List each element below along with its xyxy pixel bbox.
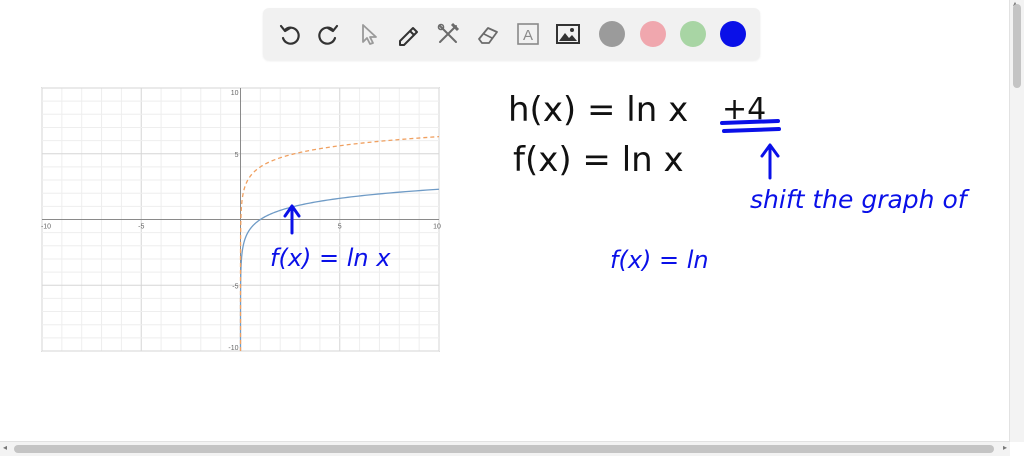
graph: -10 -5 5 10 10 5 -5 -10: [41, 87, 441, 352]
pen-icon[interactable]: [393, 19, 423, 49]
arrow-up-right: [760, 143, 780, 180]
undo-icon[interactable]: [275, 19, 305, 49]
y-tick-label: 10: [231, 90, 239, 97]
horizontal-scroll-thumb[interactable]: [14, 445, 994, 453]
whiteboard-canvas[interactable]: -10 -5 5 10105-5-10 h(x) = ln x +4 f(x) = l…: [0, 64, 1010, 442]
select-icon[interactable]: [353, 19, 383, 49]
color-blue[interactable]: [720, 21, 746, 47]
x-tick-label: 10: [433, 224, 441, 231]
y-tick-label: -10: [228, 345, 238, 352]
color-green[interactable]: [680, 21, 706, 47]
text-icon[interactable]: A: [513, 19, 543, 49]
color-gray[interactable]: [599, 21, 625, 47]
h-definition: h(x) = ln x: [508, 90, 688, 130]
scroll-left-icon[interactable]: ◂: [3, 443, 7, 452]
vertical-scroll-thumb[interactable]: [1013, 4, 1021, 88]
image-icon[interactable]: [553, 19, 583, 49]
text-icon-glyph: A: [523, 27, 533, 44]
x-tick-label: -5: [138, 224, 144, 231]
x-tick-label: -10: [41, 224, 51, 231]
scroll-right-icon[interactable]: ▸: [1003, 443, 1007, 452]
tools-icon[interactable]: [433, 19, 463, 49]
horizontal-scrollbar[interactable]: ◂ ▸: [0, 441, 1010, 456]
y-tick-label: -5: [232, 283, 238, 290]
graph-label: f(x) = ln x: [270, 244, 391, 272]
y-tick-label: 5: [235, 152, 239, 159]
partial-expression: f(x) = ln: [610, 246, 709, 274]
shift-note: shift the graph of: [750, 185, 970, 214]
x-tick-label: 5: [338, 224, 342, 231]
f-definition: f(x) = ln x: [513, 140, 684, 180]
redo-icon[interactable]: [313, 19, 343, 49]
vertical-scrollbar[interactable]: ▴: [1009, 0, 1024, 442]
toolbar: A: [263, 8, 760, 60]
eraser-icon[interactable]: [473, 19, 503, 49]
color-pink[interactable]: [640, 21, 666, 47]
